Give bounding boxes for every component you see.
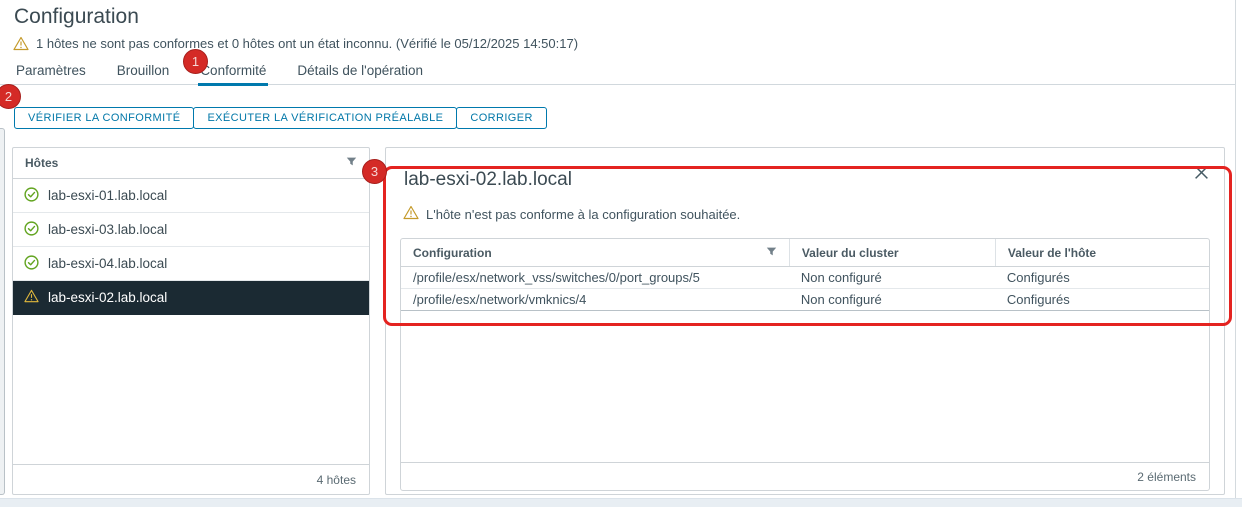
left-scrollbar[interactable] <box>0 128 5 495</box>
host-list-item[interactable]: lab-esxi-01.lab.local <box>13 179 369 213</box>
filter-funnel-icon[interactable] <box>346 156 357 170</box>
check-circle-icon <box>24 186 39 205</box>
tab-brouillon[interactable]: Brouillon <box>115 60 172 86</box>
host-detail-panel: lab-esxi-02.lab.local L'hôte n'est pas c… <box>385 147 1225 495</box>
host-name: lab-esxi-04.lab.local <box>48 256 168 271</box>
run-precheck-button[interactable]: EXÉCUTER LA VÉRIFICATION PRÉALABLE <box>193 107 458 129</box>
config-path-cell: /profile/esx/network/vmknics/4 <box>413 292 587 307</box>
tab-parametres[interactable]: Paramètres <box>14 60 88 86</box>
tab-conformite[interactable]: Conformité <box>198 60 269 86</box>
close-icon[interactable] <box>1191 162 1211 182</box>
host-value-cell: Configurés <box>1006 270 1070 285</box>
column-header-cluster-value[interactable]: Valeur du cluster <box>788 239 995 266</box>
column-header-label: Configuration <box>413 245 492 260</box>
tab-details-operation[interactable]: Détails de l'opération <box>295 60 425 86</box>
table-empty-space <box>401 311 1209 462</box>
cluster-value-cell: Non configuré <box>800 270 882 285</box>
compliance-status-row: 1 hôtes ne sont pas conformes et 0 hôtes… <box>13 36 578 51</box>
host-name: lab-esxi-03.lab.local <box>48 222 168 237</box>
table-header-row: Configuration Valeur du cluster Valeur d… <box>401 239 1209 267</box>
hosts-count-footer: 4 hôtes <box>13 464 369 494</box>
hosts-panel: Hôtes lab-esxi-01.lab.local lab-esxi-03.… <box>12 147 370 495</box>
warning-triangle-icon <box>403 205 419 223</box>
table-row[interactable]: /profile/esx/network/vmknics/4 Non confi… <box>401 289 1209 311</box>
table-items-footer: 2 éléments <box>401 462 1209 490</box>
verify-compliance-button[interactable]: VÉRIFIER LA CONFORMITÉ <box>14 107 195 129</box>
host-list-item[interactable]: lab-esxi-03.lab.local <box>13 213 369 247</box>
compliance-status-text: 1 hôtes ne sont pas conformes et 0 hôtes… <box>36 36 579 51</box>
page-title: Configuration <box>14 5 139 28</box>
column-header-label: Valeur du cluster <box>801 245 899 260</box>
host-value-cell: Configurés <box>1006 292 1070 307</box>
cluster-value-cell: Non configuré <box>800 292 882 307</box>
hosts-panel-empty-space <box>13 315 369 464</box>
host-name: lab-esxi-02.lab.local <box>48 290 168 305</box>
annotation-badge-3: 3 <box>362 159 387 184</box>
warning-triangle-icon <box>13 36 29 51</box>
annotation-badge-2: 2 <box>0 84 21 109</box>
check-circle-icon <box>24 220 39 239</box>
items-count: 2 éléments <box>1137 469 1196 484</box>
host-list-item-selected[interactable]: lab-esxi-02.lab.local <box>13 281 369 315</box>
right-edge-divider <box>1235 0 1236 507</box>
hosts-header-label: Hôtes <box>25 156 59 170</box>
warning-triangle-icon <box>24 289 39 306</box>
detail-host-title: lab-esxi-02.lab.local <box>404 169 572 190</box>
host-name: lab-esxi-01.lab.local <box>48 188 168 203</box>
table-row[interactable]: /profile/esx/network_vss/switches/0/port… <box>401 267 1209 289</box>
host-list-item[interactable]: lab-esxi-04.lab.local <box>13 247 369 281</box>
compliance-toolbar: VÉRIFIER LA CONFORMITÉ EXÉCUTER LA VÉRIF… <box>14 107 547 129</box>
tab-bar: Paramètres Brouillon Conformité Détails … <box>14 60 425 86</box>
hosts-count: 4 hôtes <box>316 472 356 487</box>
annotation-badge-1: 1 <box>183 49 208 74</box>
column-header-host-value[interactable]: Valeur de l'hôte <box>994 239 1209 266</box>
hosts-panel-header: Hôtes <box>13 148 369 179</box>
remediate-button[interactable]: CORRIGER <box>456 107 547 129</box>
compliance-table: Configuration Valeur du cluster Valeur d… <box>400 238 1210 491</box>
bottom-edge-strip <box>0 498 1242 507</box>
filter-funnel-icon[interactable] <box>766 246 777 260</box>
config-path-cell: /profile/esx/network_vss/switches/0/port… <box>413 270 700 285</box>
column-header-configuration[interactable]: Configuration <box>401 239 789 266</box>
detail-warning-text: L'hôte n'est pas conforme à la configura… <box>426 206 741 222</box>
column-header-label: Valeur de l'hôte <box>1007 245 1097 260</box>
detail-warning-row: L'hôte n'est pas conforme à la configura… <box>403 205 740 223</box>
check-circle-icon <box>24 254 39 273</box>
